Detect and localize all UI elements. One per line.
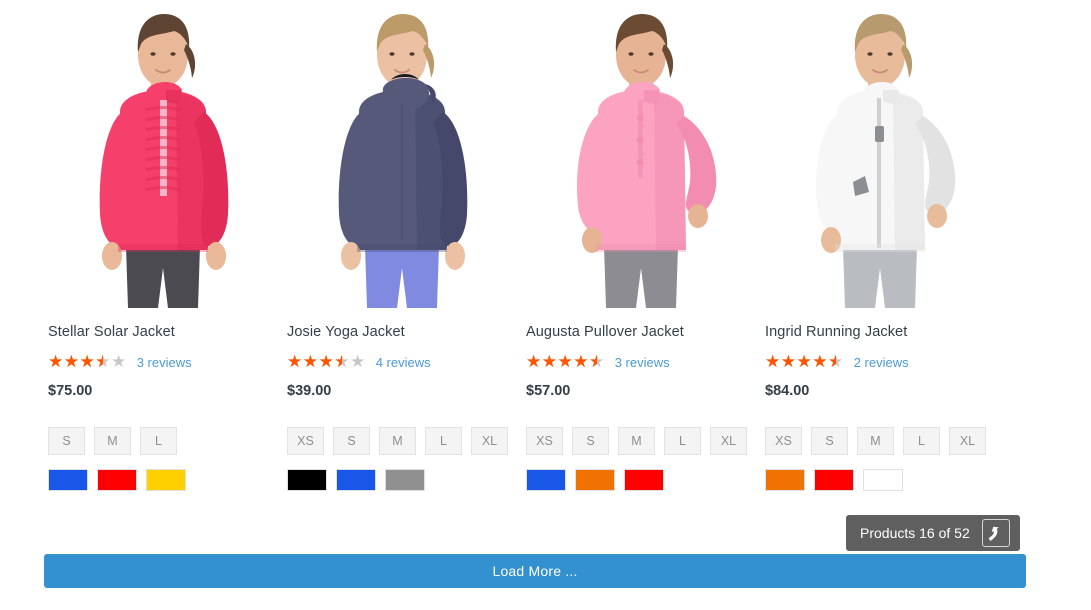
review-count-link[interactable]: 4 reviews bbox=[376, 355, 431, 370]
color-swatch[interactable] bbox=[575, 469, 615, 492]
color-swatch[interactable] bbox=[97, 469, 137, 492]
products-count-label: Products 16 of 52 bbox=[860, 525, 970, 541]
stellar-solar-jacket-photo bbox=[48, 0, 278, 308]
product-name[interactable]: Stellar Solar Jacket bbox=[48, 324, 277, 341]
star-rating-icon: ★★★★★ ★★★★★ bbox=[48, 352, 127, 372]
product-price: $39.00 bbox=[287, 383, 332, 400]
product-card: Stellar Solar Jacket ★★★★★ ★★★★★ 3 revie… bbox=[48, 0, 287, 492]
products-count-toolbar: Products 16 of 52 bbox=[846, 515, 1020, 551]
color-swatch-list bbox=[287, 469, 516, 492]
product-image-link[interactable] bbox=[287, 0, 517, 308]
review-count-link[interactable]: 3 reviews bbox=[615, 355, 670, 370]
product-rating: ★★★★★ ★★★★★ 4 reviews bbox=[287, 352, 516, 372]
arrow-up-icon bbox=[988, 526, 999, 541]
product-rating: ★★★★★ ★★★★★ 3 reviews bbox=[526, 352, 755, 372]
size-option-m[interactable]: M bbox=[94, 427, 131, 456]
star-rating-icon: ★★★★★ ★★★★★ bbox=[287, 352, 366, 372]
product-name[interactable]: Josie Yoga Jacket bbox=[287, 324, 516, 341]
review-count-link[interactable]: 2 reviews bbox=[854, 355, 909, 370]
color-swatch[interactable] bbox=[385, 469, 425, 492]
star-rating-icon: ★★★★★ ★★★★★ bbox=[526, 352, 605, 372]
size-option-l[interactable]: L bbox=[425, 427, 462, 456]
color-swatch[interactable] bbox=[48, 469, 88, 492]
color-swatch[interactable] bbox=[624, 469, 664, 492]
size-option-m[interactable]: M bbox=[857, 427, 894, 456]
size-option-list: XS S M L XL bbox=[526, 427, 755, 456]
size-option-xs[interactable]: XS bbox=[287, 427, 324, 456]
augusta-pullover-jacket-photo bbox=[526, 0, 756, 308]
product-rating: ★★★★★ ★★★★★ 2 reviews bbox=[765, 352, 994, 372]
size-option-s[interactable]: S bbox=[572, 427, 609, 456]
color-swatch-list bbox=[48, 469, 277, 492]
size-option-xs[interactable]: XS bbox=[526, 427, 563, 456]
size-option-s[interactable]: S bbox=[48, 427, 85, 456]
color-swatch[interactable] bbox=[146, 469, 186, 492]
product-image-link[interactable] bbox=[48, 0, 278, 308]
color-swatch[interactable] bbox=[287, 469, 327, 492]
size-option-xl[interactable]: XL bbox=[949, 427, 986, 456]
product-price: $75.00 bbox=[48, 383, 93, 400]
star-rating-icon: ★★★★★ ★★★★★ bbox=[765, 352, 844, 372]
scroll-to-top-button[interactable] bbox=[981, 519, 1010, 547]
product-name[interactable]: Ingrid Running Jacket bbox=[765, 324, 994, 341]
size-option-xl[interactable]: XL bbox=[710, 427, 747, 456]
product-name[interactable]: Augusta Pullover Jacket bbox=[526, 324, 755, 341]
size-option-list: SML bbox=[48, 427, 277, 456]
size-option-l[interactable]: L bbox=[140, 427, 177, 456]
product-price: $84.00 bbox=[765, 383, 810, 400]
color-swatch[interactable] bbox=[765, 469, 805, 492]
product-grid: Stellar Solar Jacket ★★★★★ ★★★★★ 3 revie… bbox=[48, 0, 1043, 492]
size-option-xl[interactable]: XL bbox=[471, 427, 508, 456]
product-card: Josie Yoga Jacket ★★★★★ ★★★★★ 4 reviews … bbox=[287, 0, 526, 492]
product-rating: ★★★★★ ★★★★★ 3 reviews bbox=[48, 352, 277, 372]
size-option-list: XS S M L XL bbox=[765, 427, 994, 456]
color-swatch[interactable] bbox=[863, 469, 903, 492]
josie-yoga-jacket-photo bbox=[287, 0, 517, 308]
product-image-link[interactable] bbox=[765, 0, 995, 308]
size-option-l[interactable]: L bbox=[664, 427, 701, 456]
color-swatch[interactable] bbox=[814, 469, 854, 492]
size-option-list: XS S M L XL bbox=[287, 427, 516, 456]
color-swatch[interactable] bbox=[336, 469, 376, 492]
ingrid-running-jacket-photo bbox=[765, 0, 995, 308]
color-swatch-list bbox=[765, 469, 994, 492]
size-option-s[interactable]: S bbox=[811, 427, 848, 456]
size-option-s[interactable]: S bbox=[333, 427, 370, 456]
product-price: $57.00 bbox=[526, 383, 571, 400]
size-option-xs[interactable]: XS bbox=[765, 427, 802, 456]
product-image-link[interactable] bbox=[526, 0, 756, 308]
size-option-m[interactable]: M bbox=[379, 427, 416, 456]
review-count-link[interactable]: 3 reviews bbox=[137, 355, 192, 370]
product-card: Ingrid Running Jacket ★★★★★ ★★★★★ 2 revi… bbox=[765, 0, 1004, 492]
color-swatch[interactable] bbox=[526, 469, 566, 492]
size-option-m[interactable]: M bbox=[618, 427, 655, 456]
size-option-l[interactable]: L bbox=[903, 427, 940, 456]
product-grid-page: Stellar Solar Jacket ★★★★★ ★★★★★ 3 revie… bbox=[0, 0, 1091, 610]
color-swatch-list bbox=[526, 469, 755, 492]
product-card: Augusta Pullover Jacket ★★★★★ ★★★★★ 3 re… bbox=[526, 0, 765, 492]
load-more-button[interactable]: Load More ... bbox=[44, 554, 1026, 588]
